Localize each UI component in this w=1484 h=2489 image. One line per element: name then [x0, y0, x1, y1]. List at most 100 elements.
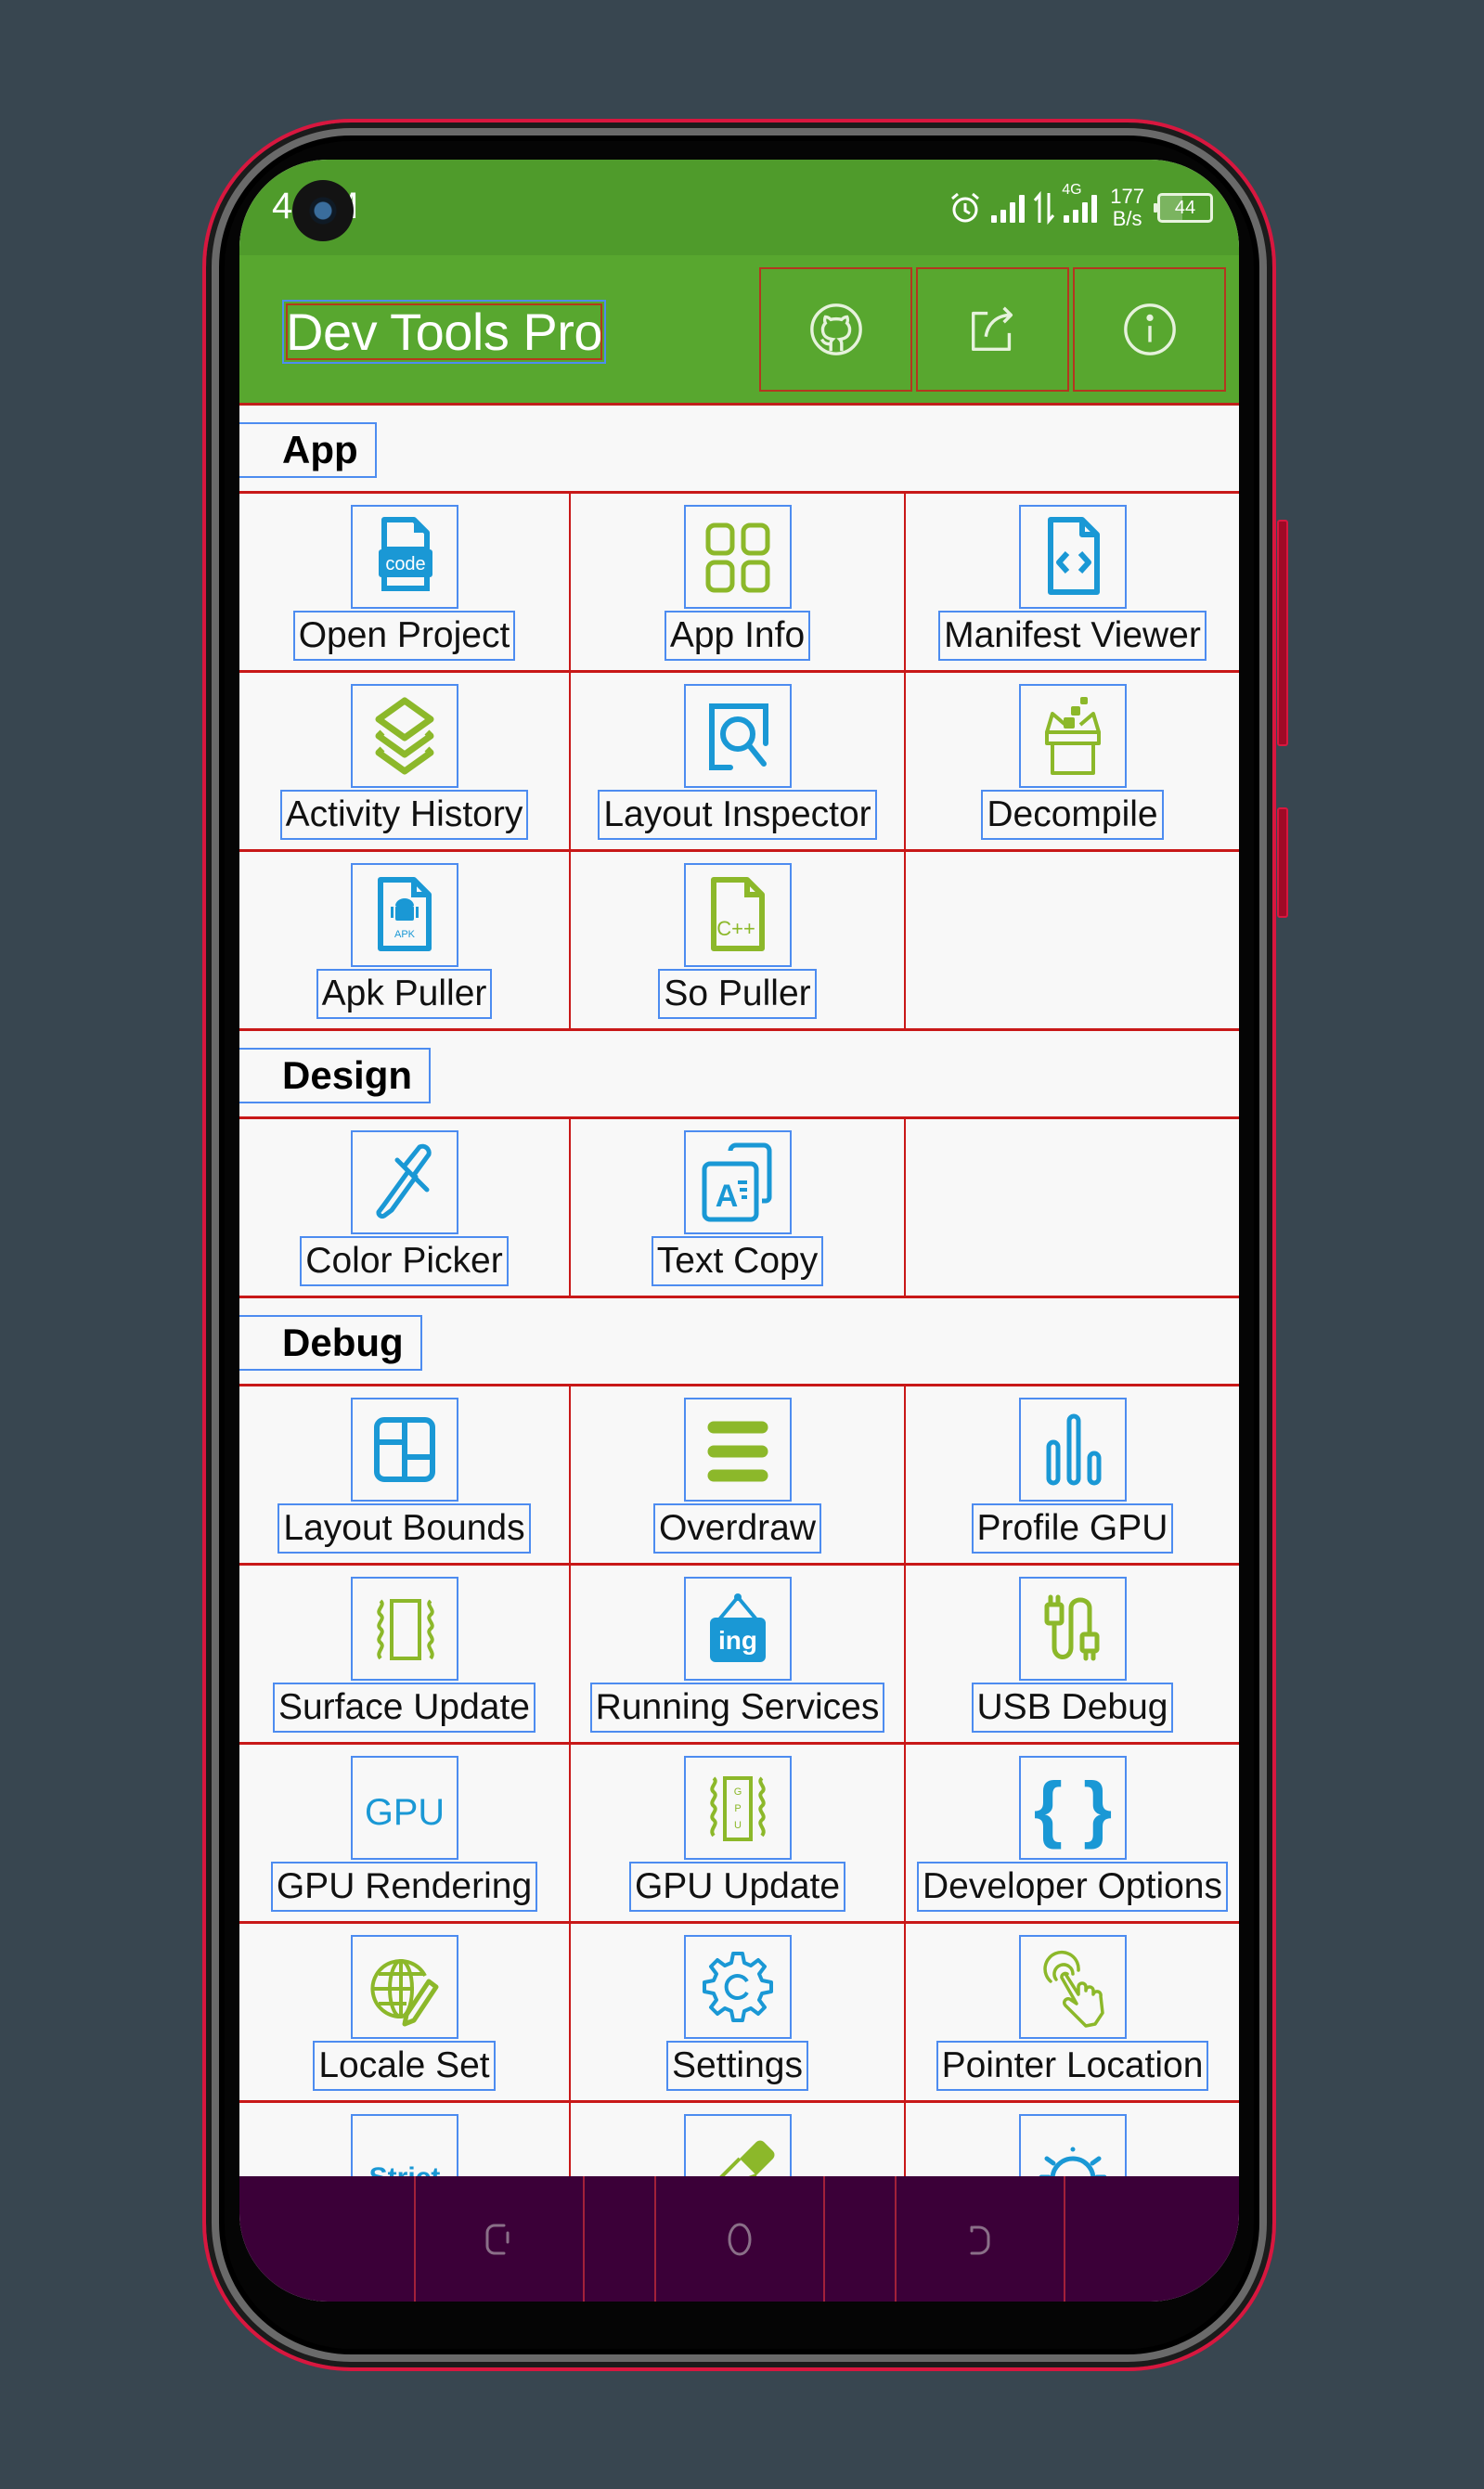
front-camera — [292, 180, 354, 241]
svg-text:code: code — [385, 554, 425, 574]
grid-icon — [705, 522, 769, 593]
signal-icon — [991, 193, 1026, 223]
svg-text:A: A — [715, 1179, 738, 1214]
speed-unit: B/s — [1112, 207, 1142, 230]
tool-decompile[interactable]: Decompile — [906, 673, 1239, 852]
home-button[interactable] — [653, 2176, 825, 2302]
tool-apk-puller[interactable]: APK Apk Puller — [239, 852, 571, 1031]
tool-gpu-update[interactable]: GPU GPU Update — [571, 1745, 906, 1924]
tools-list[interactable]: App code Open Project App Info Manifest … — [239, 406, 1239, 2176]
gear-icon — [702, 1952, 773, 2022]
tool-developer-options[interactable]: { } Developer Options — [906, 1745, 1239, 1924]
tool-label: Overdraw — [652, 1503, 822, 1554]
alarm-icon — [951, 192, 980, 223]
empty-cell — [906, 852, 1239, 1031]
tool-label: Locale Set — [313, 2041, 496, 2091]
svg-text:APK: APK — [394, 929, 415, 940]
home-icon — [728, 2223, 751, 2255]
hanging-sign-icon: ing — [709, 1593, 766, 1662]
tool-label: USB Debug — [971, 1683, 1174, 1733]
back-button[interactable] — [894, 2176, 1065, 2302]
tool-so-puller[interactable]: C++ So Puller — [571, 852, 906, 1031]
empty-cell — [906, 1119, 1239, 1298]
speed-value: 177 — [1110, 185, 1144, 208]
section-header-design: Design — [239, 1031, 1239, 1119]
app-grid: code Open Project App Info Manifest View… — [239, 494, 1239, 1031]
tool-strict-mode[interactable]: Strict — [239, 2103, 571, 2176]
section-header-app: App — [239, 406, 1239, 494]
tool-layout-inspector[interactable]: Layout Inspector — [571, 673, 906, 852]
tool-gpu-rendering[interactable]: GPU GPU Rendering — [239, 1745, 571, 1924]
section-title: Design — [239, 1048, 432, 1103]
xml-file-icon — [1047, 517, 1100, 595]
tool-activity-history[interactable]: Activity History — [239, 673, 571, 852]
braces-icon: { } — [1033, 1767, 1112, 1850]
open-box-icon — [1044, 697, 1101, 775]
section-title: Debug — [239, 1315, 422, 1371]
status-bar: 4 PM 4G 177 B/s 44 — [239, 160, 1239, 255]
tool-label: Pointer Location — [936, 2041, 1209, 2091]
tool-usb-debug[interactable]: USB Debug — [906, 1566, 1239, 1745]
svg-text:P: P — [734, 1803, 741, 1814]
gpu-chip-icon: GPU — [709, 1776, 766, 1841]
tool-app-info[interactable]: App Info — [571, 494, 906, 673]
eraser-icon — [718, 2140, 775, 2176]
tool-running-services[interactable]: ing Running Services — [571, 1566, 906, 1745]
tool-manifest-viewer[interactable]: Manifest Viewer — [906, 494, 1239, 673]
tool-label: So Puller — [658, 969, 817, 1019]
system-nav-bar — [239, 2176, 1239, 2302]
svg-text:U: U — [734, 1820, 742, 1831]
tool-label: Decompile — [981, 790, 1164, 840]
share-button[interactable] — [916, 267, 1069, 392]
tool-open-project[interactable]: code Open Project — [239, 494, 571, 673]
screen: 4 PM 4G 177 B/s 44 Dev Tools Pro — [239, 160, 1239, 2302]
tool-label: Layout Bounds — [277, 1503, 531, 1554]
tool-label: Color Picker — [300, 1236, 509, 1286]
strict-mode-icon: Strict — [368, 2162, 440, 2176]
bar-chart-icon — [1046, 1413, 1101, 1486]
tool-light-bulb[interactable] — [906, 2103, 1239, 2176]
back-icon — [970, 2225, 989, 2254]
tool-label: Manifest Viewer — [938, 611, 1207, 661]
tool-eraser[interactable] — [571, 2103, 906, 2176]
tool-label: Running Services — [589, 1683, 885, 1733]
tool-profile-gpu[interactable]: Profile GPU — [906, 1386, 1239, 1566]
power-button — [1277, 520, 1288, 746]
tool-layout-bounds[interactable]: Layout Bounds — [239, 1386, 571, 1566]
svg-text:GPU: GPU — [365, 1792, 445, 1833]
tool-label: Developer Options — [916, 1862, 1228, 1912]
tool-locale-set[interactable]: Locale Set — [239, 1924, 571, 2103]
tool-text-copy[interactable]: A Text Copy — [571, 1119, 906, 1298]
tool-label: Surface Update — [272, 1683, 536, 1733]
tool-color-picker[interactable]: Color Picker — [239, 1119, 571, 1298]
strict-text: Strict — [368, 2162, 440, 2176]
tool-label: Settings — [666, 2041, 808, 2091]
section-header-debug: Debug — [239, 1298, 1239, 1386]
tool-overdraw[interactable]: Overdraw — [571, 1386, 906, 1566]
tap-hand-icon — [1042, 1950, 1104, 2028]
design-grid: Color Picker A Text Copy — [239, 1119, 1239, 1298]
about-button[interactable] — [1073, 267, 1226, 392]
svg-text:{ }: { } — [1033, 1767, 1112, 1850]
volume-button — [1277, 807, 1288, 918]
tool-label: Activity History — [279, 790, 529, 840]
tool-surface-update[interactable]: Surface Update — [239, 1566, 571, 1745]
cpp-file-icon: C++ — [710, 877, 765, 951]
signal-4g: 4G — [1062, 182, 1098, 223]
recents-button[interactable] — [413, 2176, 585, 2302]
github-icon — [809, 303, 862, 355]
text-copy-icon: A — [702, 1142, 771, 1222]
tool-pointer-location[interactable]: Pointer Location — [906, 1924, 1239, 2103]
apk-file-icon: APK — [377, 877, 432, 951]
github-button[interactable] — [759, 267, 912, 392]
tool-settings[interactable]: Settings — [571, 1924, 906, 2103]
layout-icon — [373, 1417, 435, 1482]
tool-label: GPU Update — [628, 1862, 846, 1912]
debug-grid: Layout Bounds Overdraw Profile GPU Surfa… — [239, 1386, 1239, 2176]
svg-text:G: G — [733, 1786, 742, 1798]
code-file-icon: code — [378, 517, 432, 591]
eyedropper-icon — [376, 1143, 432, 1219]
recents-icon — [485, 2224, 509, 2254]
tool-label: GPU Rendering — [270, 1862, 538, 1912]
info-icon — [1123, 303, 1176, 355]
